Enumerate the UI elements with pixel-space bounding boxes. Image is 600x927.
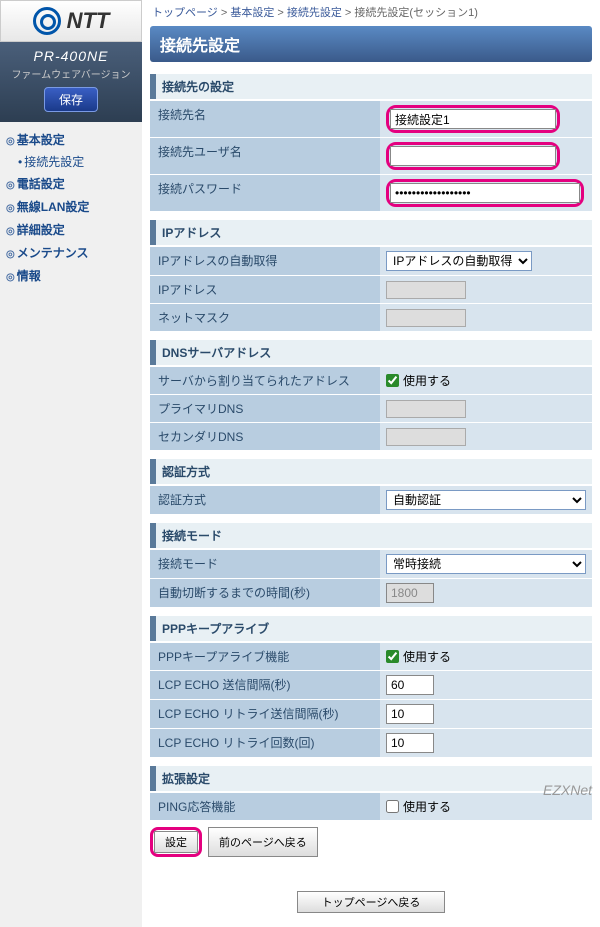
save-button[interactable]: 保存 <box>44 87 98 112</box>
input-lcp-interval[interactable] <box>386 675 434 695</box>
breadcrumb: トップページ > 基本設定 > 接続先設定 > 接続先設定(セッション1) <box>150 0 592 24</box>
top-button[interactable]: トップページへ戻る <box>297 891 446 913</box>
input-conn-pass[interactable] <box>390 183 580 203</box>
label-dns-secondary: セカンダリDNS <box>150 423 380 450</box>
label-ppp-use: 使用する <box>403 648 451 665</box>
nav-detail[interactable]: 詳細設定 <box>4 218 138 241</box>
input-dns-secondary <box>386 428 466 446</box>
brand-text: NTT <box>67 8 110 34</box>
page-title: 接続先設定 <box>150 26 592 62</box>
label-lcp-retry-int: LCP ECHO リトライ送信間隔(秒) <box>150 700 380 728</box>
crumb-top[interactable]: トップページ <box>152 7 218 19</box>
label-ping-use: 使用する <box>403 798 451 815</box>
nav-basic[interactable]: 基本設定 <box>4 128 138 151</box>
label-ip-addr: IPアドレス <box>150 276 380 303</box>
label-conn-pass: 接続パスワード <box>150 175 380 211</box>
label-auth-method: 認証方式 <box>150 486 380 514</box>
section-ext: 拡張設定 <box>150 766 592 791</box>
label-lcp-retry-cnt: LCP ECHO リトライ回数(回) <box>150 729 380 757</box>
select-ip-auto[interactable]: IPアドレスの自動取得 <box>386 251 532 271</box>
label-conn-name: 接続先名 <box>150 101 380 137</box>
checkbox-ppp-func[interactable] <box>386 650 399 663</box>
ntt-logo-icon <box>33 7 61 35</box>
label-timeout: 自動切断するまでの時間(秒) <box>150 579 380 607</box>
input-netmask <box>386 309 466 327</box>
nav-maintenance[interactable]: メンテナンス <box>4 241 138 264</box>
label-conn-user: 接続先ユーザ名 <box>150 138 380 174</box>
model-name: PR-400NE <box>4 48 138 64</box>
section-auth: 認証方式 <box>150 459 592 484</box>
input-dns-primary <box>386 400 466 418</box>
nav-telephone[interactable]: 電話設定 <box>4 172 138 195</box>
crumb-conn[interactable]: 接続先設定 <box>287 7 342 19</box>
input-ip-addr <box>386 281 466 299</box>
nav-info[interactable]: 情報 <box>4 264 138 287</box>
checkbox-dns-use[interactable] <box>386 374 399 387</box>
select-conn-mode[interactable]: 常時接続 <box>386 554 586 574</box>
crumb-basic[interactable]: 基本設定 <box>230 7 274 19</box>
crumb-current: 接続先設定(セッション1) <box>354 7 477 19</box>
logo-box: NTT <box>0 0 142 42</box>
input-conn-user[interactable] <box>390 146 556 166</box>
label-dns-use: 使用する <box>403 372 451 389</box>
input-lcp-retry-int[interactable] <box>386 704 434 724</box>
watermark: EZXNet <box>543 782 592 798</box>
input-lcp-retry-cnt[interactable] <box>386 733 434 753</box>
label-ping: PING応答機能 <box>150 793 380 820</box>
label-conn-mode: 接続モード <box>150 550 380 578</box>
section-dns: DNSサーバアドレス <box>150 340 592 365</box>
section-ppp: PPPキープアライブ <box>150 616 592 641</box>
section-mode: 接続モード <box>150 523 592 548</box>
section-ip: IPアドレス <box>150 220 592 245</box>
label-ppp-func: PPPキープアライブ機能 <box>150 643 380 670</box>
main-content: トップページ > 基本設定 > 接続先設定 > 接続先設定(セッション1) 接続… <box>142 0 600 927</box>
label-netmask: ネットマスク <box>150 304 380 331</box>
nav-wlan[interactable]: 無線LAN設定 <box>4 195 138 218</box>
label-dns-primary: プライマリDNS <box>150 395 380 422</box>
nav-connection[interactable]: 接続先設定 <box>4 151 138 172</box>
nav-menu: 基本設定 接続先設定 電話設定 無線LAN設定 詳細設定 メンテナンス 情報 <box>0 122 142 293</box>
model-box: PR-400NE ファームウェアバージョン 保存 <box>0 42 142 122</box>
label-ip-auto: IPアドレスの自動取得 <box>150 247 380 275</box>
input-conn-name[interactable] <box>390 109 556 129</box>
input-timeout <box>386 583 434 603</box>
label-lcp-interval: LCP ECHO 送信間隔(秒) <box>150 671 380 699</box>
firmware-label: ファームウェアバージョン <box>4 66 138 81</box>
sidebar: NTT PR-400NE ファームウェアバージョン 保存 基本設定 接続先設定 … <box>0 0 142 927</box>
set-button[interactable]: 設定 <box>154 831 198 853</box>
select-auth-method[interactable]: 自動認証 <box>386 490 586 510</box>
back-button[interactable]: 前のページへ戻る <box>208 827 318 857</box>
label-dns-server: サーバから割り当てられたアドレス <box>150 367 380 394</box>
section-connection: 接続先の設定 <box>150 74 592 99</box>
